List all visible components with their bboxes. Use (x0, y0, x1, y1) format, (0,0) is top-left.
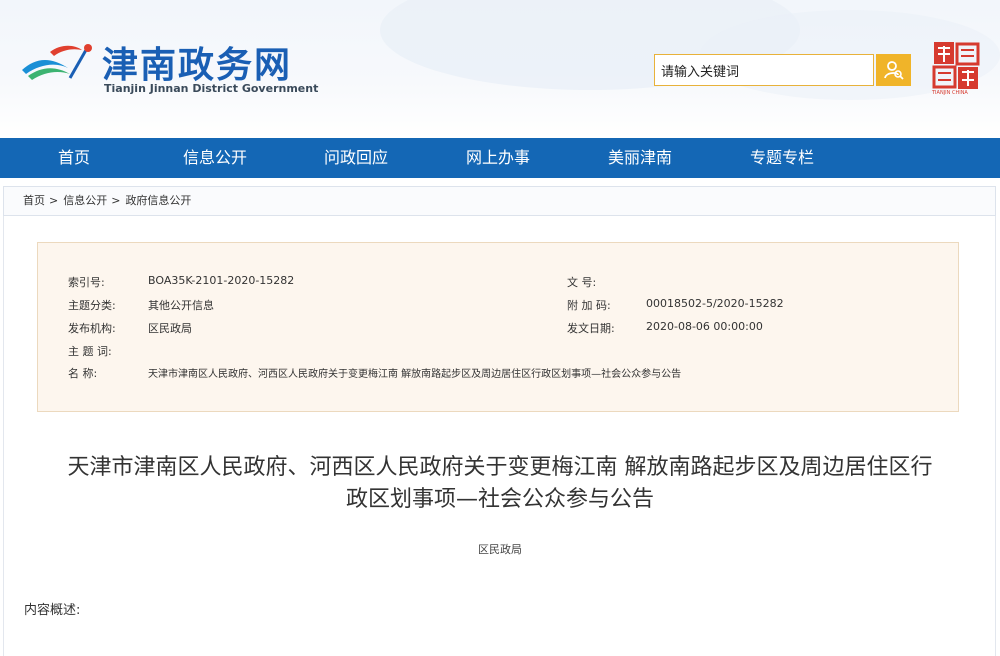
publisher-label: 发布机构: (68, 322, 116, 335)
nav-item-online-services[interactable]: 网上办事 (438, 138, 558, 178)
name-label: 名 称: (68, 367, 98, 380)
index-label: 索引号: (68, 276, 105, 289)
keywords-label: 主 题 词: (68, 345, 112, 358)
search-input[interactable] (654, 54, 874, 86)
logo-swoosh-icon (22, 44, 92, 80)
doc-no-label: 文 号: (567, 276, 597, 289)
issue-date-label: 发文日期: (567, 322, 615, 335)
article-source: 区民政局 (478, 543, 522, 556)
search-button[interactable] (876, 54, 911, 86)
nav-item-home[interactable]: 首页 (14, 138, 134, 178)
article-title-line: 天津市津南区人民政府、河西区人民政府关于变更梅江南 解放南路起步区及周边居住区行 (67, 455, 933, 480)
search-bar (654, 54, 911, 86)
name-value: 天津市津南区人民政府、河西区人民政府关于变更梅江南 解放南路起步区及周边居住区行… (148, 369, 682, 380)
publisher-value: 区民政局 (148, 322, 192, 335)
nav-item-inquiry-response[interactable]: 问政回应 (296, 138, 416, 178)
nav-item-beautiful-jinnan[interactable]: 美丽津南 (580, 138, 700, 178)
site-header: 津南政务网 Tianjin Jinnan District Government… (0, 0, 1000, 138)
site-subtitle: Tianjin Jinnan District Government (104, 82, 319, 95)
site-title: 津南政务网 (102, 45, 293, 86)
summary-label: 内容概述: (24, 603, 81, 618)
main-nav: 首页 信息公开 问政回应 网上办事 美丽津南 专题专栏 (0, 138, 1000, 178)
site-logo[interactable]: 津南政务网 Tianjin Jinnan District Government (20, 36, 320, 106)
tianjin-city-logo[interactable]: TIANJIN CHINA (930, 40, 982, 98)
article-title: 天津市津南区人民政府、河西区人民政府关于变更梅江南 解放南路起步区及周边居住区行… (20, 452, 980, 516)
city-logo-caption: TIANJIN CHINA (932, 90, 968, 96)
breadcrumb: 首页 > 信息公开 > 政府信息公开 (3, 186, 996, 216)
nav-item-special-topics[interactable]: 专题专栏 (722, 138, 842, 178)
search-person-icon (883, 61, 904, 80)
breadcrumb-separator: > (111, 194, 121, 207)
issue-date-value: 2020-08-06 00:00:00 (646, 320, 763, 333)
breadcrumb-info-disclosure[interactable]: 信息公开 (63, 194, 107, 207)
attach-code-value: 00018502-5/2020-15282 (646, 297, 784, 310)
category-label: 主题分类: (68, 299, 116, 312)
breadcrumb-gov-info[interactable]: 政府信息公开 (125, 194, 191, 207)
article-title-line: 政区划事项—社会公众参与公告 (345, 487, 654, 512)
document-info-box: 索引号: BOA35K-2101-2020-15282 文 号: 主题分类: 其… (37, 242, 959, 412)
index-value: BOA35K-2101-2020-15282 (148, 274, 295, 287)
attach-code-label: 附 加 码: (567, 299, 611, 312)
breadcrumb-separator: > (49, 194, 59, 207)
category-value: 其他公开信息 (148, 299, 214, 312)
breadcrumb-home[interactable]: 首页 (23, 194, 45, 207)
nav-item-info-disclosure[interactable]: 信息公开 (155, 138, 275, 178)
